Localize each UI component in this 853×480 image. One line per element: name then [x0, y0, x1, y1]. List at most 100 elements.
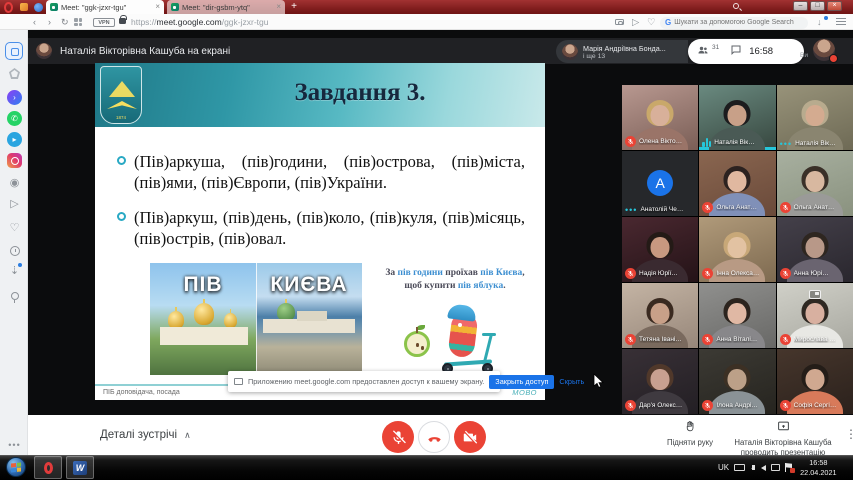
presenting-status: Наталія Вікторівна Кашубапроводить презе… [728, 420, 838, 457]
participant-tile[interactable]: Анна Юрі… [777, 217, 853, 282]
search-input[interactable] [674, 19, 794, 26]
illustration-caption: За пів години проїхав пів Києва, щоб куп… [370, 263, 540, 293]
action-center-flag-icon[interactable] [785, 463, 793, 472]
volume-icon[interactable] [761, 465, 766, 471]
taskbar-opera-icon[interactable] [34, 456, 62, 479]
participant-tile[interactable]: Інна Олекса… [699, 217, 775, 282]
browser-tab[interactable]: Meet: "dir-gsbm-ytq" × [167, 0, 285, 14]
mic-status-icon [625, 334, 636, 345]
participant-tile[interactable]: Наталія Вік… [699, 85, 775, 150]
notification-text: Приложению meet.google.com предоставлен … [248, 377, 484, 386]
participant-tile[interactable]: Софія Сергі… [777, 349, 853, 414]
participant-tile[interactable]: Мирослава … [777, 283, 853, 348]
participant-tile[interactable]: Ольга Анат… [777, 151, 853, 216]
leave-call-button[interactable] [418, 421, 450, 453]
raise-hand-button[interactable]: Підняти руку [662, 420, 718, 448]
language-indicator[interactable]: UK [718, 463, 729, 472]
participant-name: Мирослава … [794, 336, 836, 343]
meet-favicon [171, 3, 179, 11]
minimize-button[interactable]: – [793, 1, 808, 11]
address-bar[interactable]: https://meet.google.com/ggk-jzxr-tgu [131, 17, 268, 27]
whatsapp-icon[interactable]: ✆ [7, 111, 22, 126]
participant-initial-avatar: А [647, 169, 673, 195]
mic-status-icon [780, 334, 791, 345]
hand-icon [684, 420, 697, 433]
participant-name: Софія Сергі… [794, 402, 837, 409]
instagram-icon[interactable] [7, 153, 22, 168]
screen-share-notification: Приложению meet.google.com предоставлен … [228, 371, 500, 392]
send-to-flow-icon[interactable]: ▷ [632, 17, 639, 29]
pinboard-icon[interactable] [7, 288, 22, 303]
chip-name: Марія Андріївна Бонда... [583, 44, 666, 53]
more-options-icon[interactable]: ⋮ [845, 427, 853, 441]
snapshot-icon[interactable] [615, 19, 624, 26]
mic-status-icon [780, 202, 791, 213]
participants-overflow-chip[interactable]: Марія Андріївна Бонда... і ще 13 [556, 40, 688, 63]
close-button[interactable]: × [827, 1, 842, 11]
my-flow-icon[interactable]: ▷ [7, 197, 22, 212]
google-search-box[interactable]: G [660, 17, 808, 29]
opera-logo-icon[interactable] [4, 2, 13, 13]
participant-tile[interactable]: Анна Віталі… [699, 283, 775, 348]
stop-sharing-button[interactable]: Закрыть доступ [489, 375, 554, 389]
back-button[interactable]: ‹ [33, 16, 36, 29]
participant-tile[interactable]: Ольга Анат… [699, 151, 775, 216]
player-icon[interactable]: ◉ [7, 176, 22, 191]
participant-tile[interactable]: Тетяна Івані… [622, 283, 698, 348]
chat-icon[interactable] [730, 43, 742, 61]
camera-toggle-button[interactable] [454, 421, 486, 453]
forward-button[interactable]: › [48, 16, 51, 29]
reload-button[interactable]: ↻ [61, 16, 69, 29]
speed-dial-icon[interactable] [74, 18, 82, 26]
telegram-icon[interactable]: ▸ [7, 132, 22, 147]
participant-tile[interactable]: Дар'я Олекс… [622, 349, 698, 414]
tab-title: Meet: "ggk-jzxr-tgu" [61, 3, 152, 12]
participant-tile[interactable]: Олена Вікто… [622, 85, 698, 150]
network-icon[interactable] [771, 464, 780, 471]
vpn-badge[interactable]: VPN [93, 18, 115, 27]
mic-status-icon: ••• [625, 207, 637, 213]
history-clock-icon[interactable] [7, 243, 22, 258]
keyboard-icon[interactable] [734, 464, 745, 471]
participant-name: Надія Юрії… [639, 270, 678, 277]
taskbar-word-icon[interactable]: W [66, 456, 94, 479]
tab-close-icon[interactable]: × [276, 3, 281, 11]
bookmarks-heart-icon[interactable]: ♡ [7, 221, 22, 236]
maximize-button[interactable]: □ [810, 1, 825, 11]
mic-status-icon [625, 136, 636, 147]
hide-notification-button[interactable]: Скрыть [559, 377, 584, 386]
news-pentagon-icon[interactable] [7, 66, 22, 81]
participant-name: Анатолій Че… [640, 206, 683, 213]
kyiv-photo: ПІВ КИЄВА [150, 263, 362, 375]
slide-title: Завдання 3. [205, 79, 515, 107]
meeting-details-button[interactable]: Деталі зустрічі∧ [100, 429, 191, 441]
tab-close-icon[interactable]: × [155, 3, 160, 11]
profile-icon[interactable] [34, 3, 43, 12]
mic-toggle-button[interactable] [382, 421, 414, 453]
people-icon[interactable] [697, 43, 709, 61]
titlebar-search-icon[interactable] [733, 3, 741, 11]
taskbar-clock[interactable]: 16:5822.04.2021 [800, 458, 837, 478]
participant-tile[interactable]: Ілона Андрі… [699, 349, 775, 414]
lock-icon[interactable] [119, 18, 126, 24]
speed-dial-home-icon[interactable] [5, 42, 23, 60]
participant-name: Ольга Анат… [794, 204, 835, 211]
extension-icon[interactable] [20, 3, 28, 11]
messenger-icon[interactable]: › [7, 90, 22, 105]
browser-tab[interactable]: Meet: "ggk-jzxr-tgu" × [46, 0, 164, 14]
slide-bullets: (Пів)аркуша, (пів)години, (пів)острова, … [117, 151, 525, 263]
new-tab-button[interactable]: + [288, 2, 300, 13]
self-muted-badge [829, 54, 838, 63]
participant-name: Наталія Вік… [714, 139, 754, 146]
present-icon [777, 420, 790, 433]
bookmark-heart-icon[interactable]: ♡ [647, 17, 656, 29]
participants-grid: Олена Вікто… Наталія Вік… ••• Наталія Ві… [622, 85, 853, 414]
start-button[interactable] [6, 457, 26, 477]
sidebar-more-icon[interactable]: ••• [7, 437, 22, 452]
participant-tile[interactable]: ••• Наталія Вік… [777, 85, 853, 150]
downloads-icon[interactable]: ↓ [817, 17, 826, 27]
participant-tile[interactable]: Надія Юрії… [622, 217, 698, 282]
settings-sliders-icon[interactable] [836, 18, 846, 26]
sidebar-downloads-icon[interactable]: ⇣ [7, 264, 22, 279]
participant-tile[interactable]: А ••• Анатолій Че… [622, 151, 698, 216]
